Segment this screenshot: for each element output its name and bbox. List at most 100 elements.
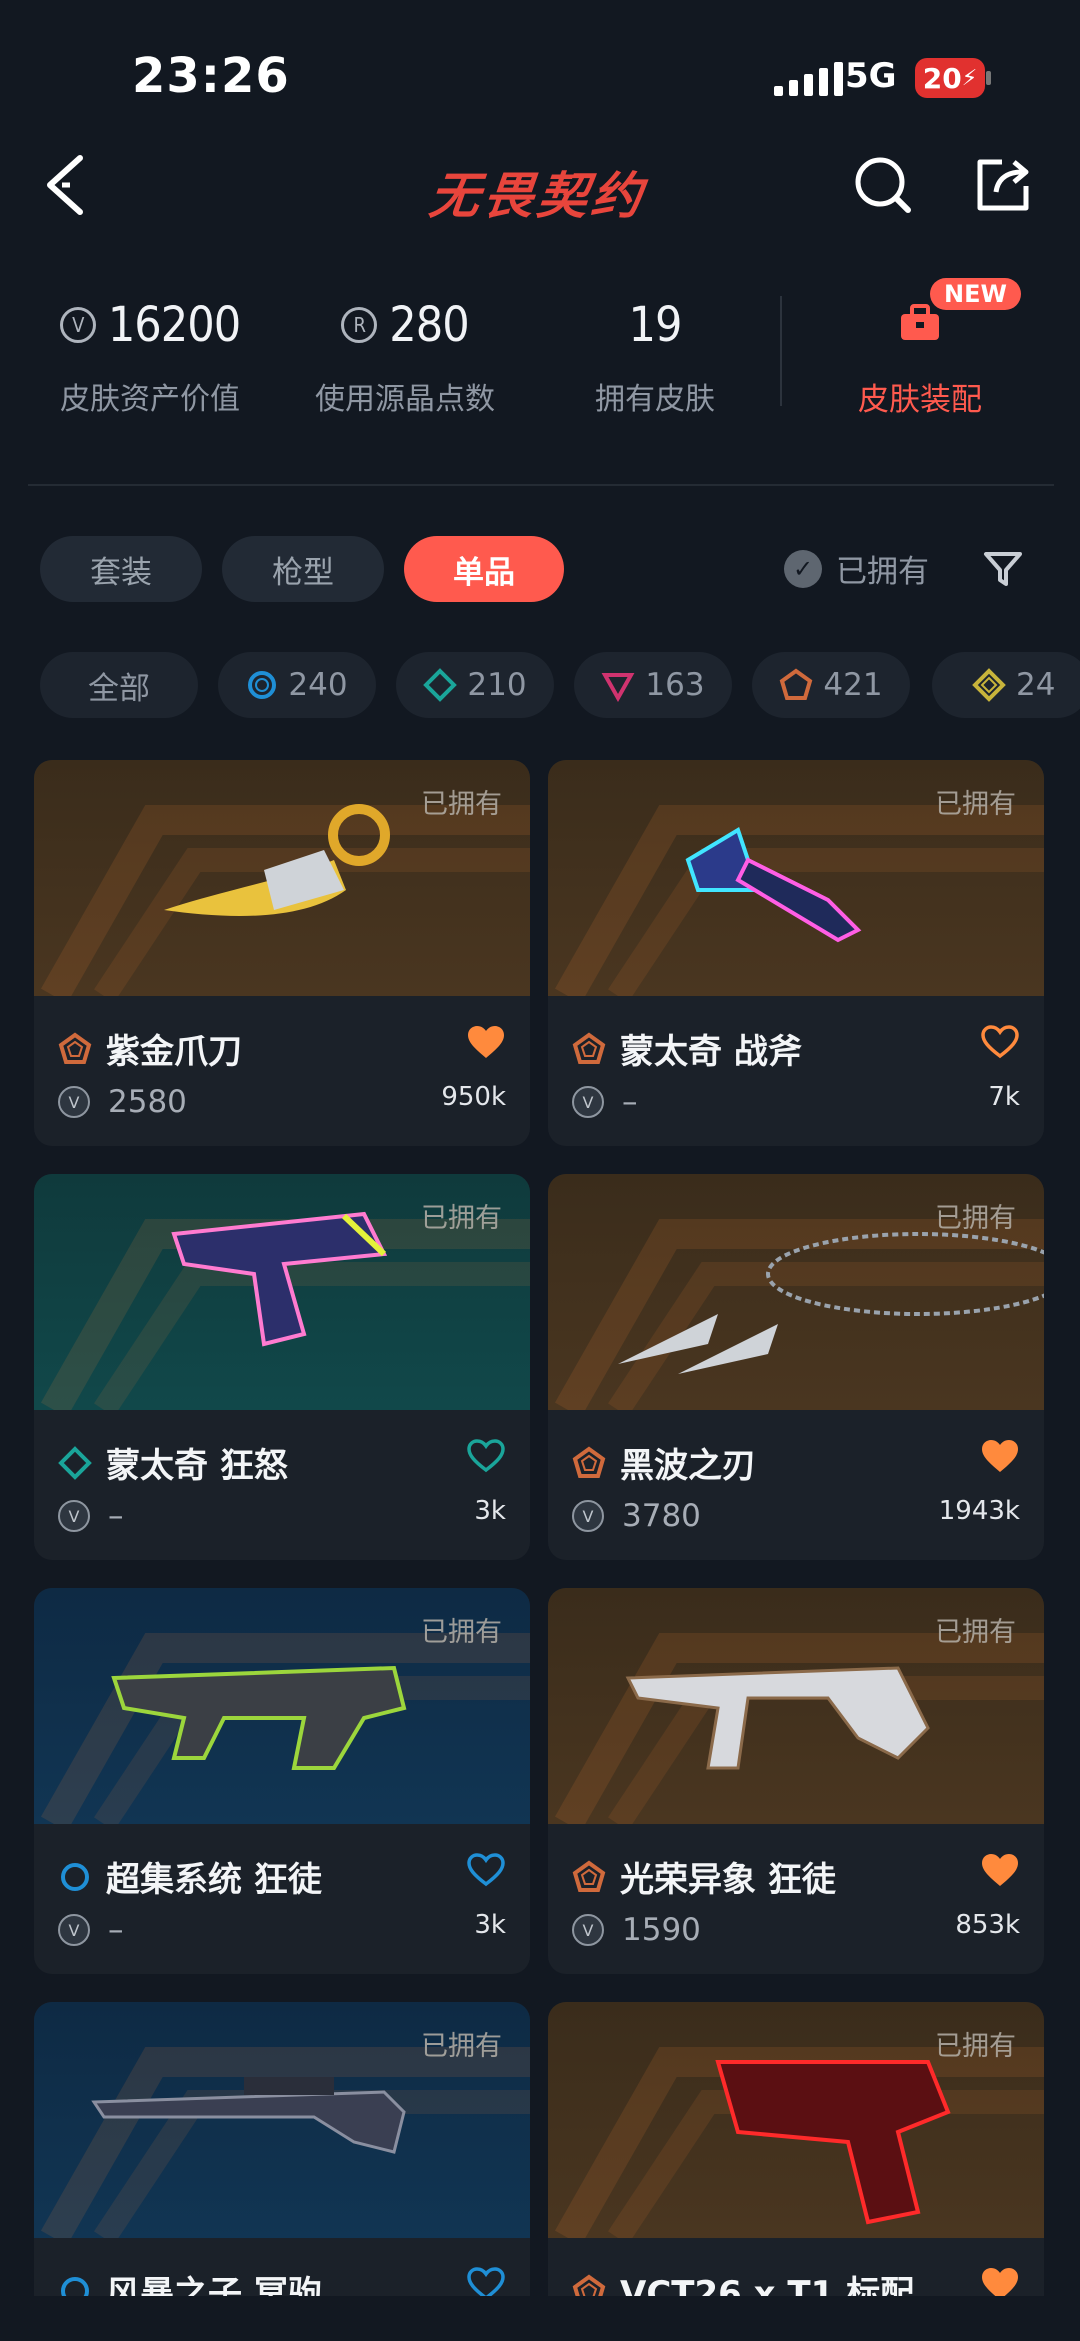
skin-card[interactable]: 已拥有 光荣异象 狂徒 V 1590 853k (548, 1588, 1044, 1974)
back-icon[interactable] (40, 150, 100, 220)
tier-icon (58, 1032, 92, 1064)
valorant-points-icon: V (572, 1914, 604, 1946)
tab-single-item[interactable]: 单品 (404, 536, 564, 602)
bottom-edge (0, 2296, 1080, 2341)
valorant-points-icon: V (58, 1914, 90, 1946)
skin-price-row: V 2580 (58, 1084, 187, 1120)
like-area[interactable]: 3k (466, 1438, 506, 1526)
skin-equip-button[interactable]: 皮肤装配 (850, 300, 990, 419)
skin-image: 已拥有 (34, 760, 530, 996)
owned-label: 已拥有 (935, 789, 1016, 820)
stat-asset-value: V 16200 皮肤资产价值 (50, 290, 250, 418)
battery-level: 20 (922, 61, 962, 95)
owned-filter-label: 已拥有 (836, 554, 929, 590)
like-count: 1943k (938, 1496, 1020, 1526)
tier-icon (58, 1445, 92, 1480)
chip-tier-exclusive[interactable]: 421 (752, 652, 910, 718)
skin-name: 超集系统 狂徒 (106, 1860, 322, 1900)
skins-owned-label: 拥有皮肤 (595, 382, 715, 417)
new-badge: NEW (930, 278, 1021, 310)
skin-name-row: 黑波之刃 (572, 1438, 756, 1487)
like-area[interactable]: 3k (466, 1852, 506, 1940)
valorant-points-icon: V (59, 307, 96, 343)
skin-image: 已拥有 (548, 2002, 1044, 2238)
skin-price: – (108, 1912, 124, 1948)
skin-price-row: V – (58, 1912, 124, 1948)
like-count: 950k (441, 1082, 506, 1112)
heart-filled-icon (980, 1852, 1020, 1888)
search-icon[interactable] (852, 154, 914, 216)
points-used-label: 使用源晶点数 (315, 382, 495, 417)
premium-tier-icon (601, 673, 635, 702)
owned-label: 已拥有 (935, 2031, 1016, 2062)
skin-price: – (622, 1084, 638, 1120)
points-used: 280 (389, 297, 469, 353)
chip-tier-premium[interactable]: 163 (574, 652, 732, 718)
battery-tip (986, 71, 991, 85)
skin-card[interactable]: 已拥有 超集系统 狂徒 V – 3k (34, 1588, 530, 1974)
skin-name: 光荣异象 狂徒 (620, 1860, 836, 1900)
skin-name: 蒙太奇 战斧 (620, 1032, 802, 1072)
heart-outline-icon (981, 1025, 1019, 1059)
valorant-points-icon: V (572, 1500, 604, 1532)
valorant-points-icon: V (58, 1500, 90, 1532)
asset-value-label: 皮肤资产价值 (60, 382, 240, 417)
valorant-points-icon: V (572, 1086, 604, 1118)
chip-all[interactable]: 全部 (40, 652, 198, 718)
skin-card[interactable]: 已拥有 黑波之刃 V 3780 1943k (548, 1174, 1044, 1560)
like-area[interactable]: 853k (955, 1852, 1020, 1940)
like-area[interactable]: 950k (441, 1024, 506, 1112)
tier-icon (572, 1032, 606, 1064)
skin-image: 已拥有 (34, 1588, 530, 1824)
tier-icon (61, 1862, 89, 1891)
heart-filled-icon (980, 1438, 1020, 1474)
owned-label: 已拥有 (935, 1203, 1016, 1234)
like-count: 853k (955, 1910, 1020, 1940)
stat-skins-owned: 19 拥有皮肤 (580, 290, 730, 418)
chip-label: 421 (823, 667, 883, 703)
skin-price-row: V 3780 (572, 1498, 701, 1534)
skin-name: 黑波之刃 (620, 1446, 756, 1486)
tab-set[interactable]: 套装 (40, 536, 202, 602)
skin-card[interactable]: 已拥有 蒙太奇 狂怒 V – 3k (34, 1174, 530, 1560)
tab-weapon-type[interactable]: 枪型 (222, 536, 384, 602)
skin-name-row: 光荣异象 狂徒 (572, 1852, 836, 1901)
skin-name: 蒙太奇 狂怒 (106, 1446, 288, 1486)
skin-card[interactable]: 已拥有 VCT26 x T1 标配 V (548, 2002, 1044, 2341)
skin-name: 紫金爪刀 (106, 1032, 242, 1072)
like-count: 7k (988, 1082, 1020, 1112)
like-area[interactable]: 1943k (939, 1438, 1020, 1526)
ultra-tier-icon (972, 668, 1006, 702)
skin-card[interactable]: 已拥有 蒙太奇 战斧 V – 7k (548, 760, 1044, 1146)
skin-name-row: 蒙太奇 战斧 (572, 1024, 802, 1073)
chip-label: 163 (645, 667, 705, 703)
valorant-points-icon: V (58, 1086, 90, 1118)
chip-tier-ultra[interactable]: 24 (932, 652, 1080, 718)
chip-tier-select[interactable]: 240 (218, 652, 376, 718)
deluxe-tier-icon (423, 668, 458, 702)
like-count: 3k (474, 1496, 506, 1526)
heart-outline-icon (467, 1853, 505, 1887)
like-count: 3k (474, 1910, 506, 1940)
owned-label: 已拥有 (935, 1617, 1016, 1648)
skin-card[interactable]: 已拥有 风暴之子 冥驹 V (34, 2002, 530, 2341)
chip-tier-deluxe[interactable]: 210 (396, 652, 554, 718)
skin-image: 已拥有 (548, 1174, 1044, 1410)
share-icon[interactable] (972, 154, 1034, 216)
skins-owned: 19 (628, 297, 683, 353)
divider (780, 296, 782, 406)
like-area[interactable]: 7k (980, 1024, 1020, 1112)
skin-price-row: V – (572, 1084, 638, 1120)
owned-filter-toggle[interactable]: ✓ 已拥有 (784, 546, 929, 591)
skin-image: 已拥有 (548, 1588, 1044, 1824)
skin-card[interactable]: 已拥有 紫金爪刀 V 2580 950k (34, 760, 530, 1146)
exclusive-tier-icon (780, 668, 813, 700)
owned-label: 已拥有 (421, 1203, 502, 1234)
owned-label: 已拥有 (421, 2031, 502, 2062)
stat-points-used: R 280 使用源晶点数 (300, 290, 510, 418)
filter-icon[interactable] (982, 548, 1024, 594)
heart-filled-icon (466, 1024, 506, 1060)
divider (28, 484, 1054, 486)
skin-name-row: 紫金爪刀 (58, 1024, 242, 1073)
select-tier-icon (248, 671, 277, 699)
